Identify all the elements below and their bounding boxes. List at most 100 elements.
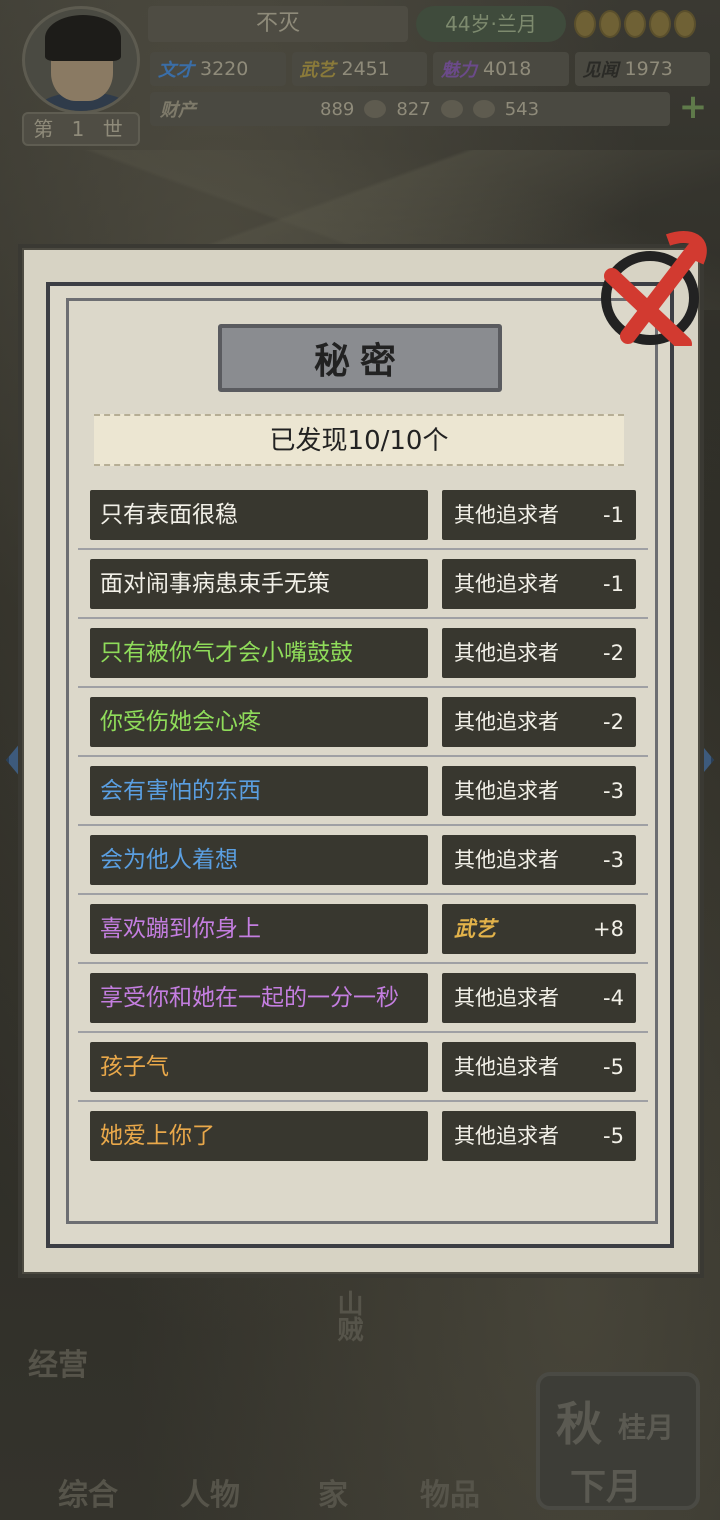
effect-target: 其他追求者 (454, 641, 559, 665)
top-hud: 第 1 世 不灭 44岁·兰月 文才 3220 武艺 2451 魅力 4018 … (0, 0, 720, 150)
avatar[interactable] (22, 6, 140, 114)
coin-icon (624, 10, 646, 38)
wealth-row: 财产 889 827 543 (150, 92, 670, 126)
silver-icon (364, 100, 387, 118)
secret-effect: 其他追求者 -5 (442, 1111, 636, 1161)
row-divider (78, 893, 648, 895)
secret-row: 孩子气 其他追求者 -5 (90, 1042, 636, 1092)
stat-meili: 魅力 4018 (433, 52, 569, 86)
effect-value: -1 (603, 503, 624, 527)
stats-row: 文才 3220 武艺 2451 魅力 4018 见闻 1973 (150, 52, 710, 86)
modal-title: 秘密 (313, 340, 406, 382)
row-divider (78, 1031, 648, 1033)
copper-icon (440, 100, 463, 118)
next-month-button[interactable]: 秋 桂月 下月 (536, 1372, 700, 1510)
effect-target: 武艺 (454, 916, 496, 941)
energy-coins (574, 8, 700, 40)
wealth-value: 889 (320, 98, 355, 120)
coin-icon (599, 10, 621, 38)
stat-jianwen: 见闻 1973 (574, 52, 710, 86)
secret-row: 只有被你气才会小嘴鼓鼓 其他追求者 -2 (90, 628, 636, 678)
stat-name: 文才 (158, 60, 194, 81)
generation-label: 第 1 世 (22, 112, 140, 146)
secret-effect: 其他追求者 -2 (442, 697, 636, 747)
row-divider (78, 824, 648, 826)
stat-name: 见闻 (582, 60, 619, 81)
secret-effect: 其他追求者 -3 (442, 766, 636, 816)
secret-description: 孩子气 (90, 1042, 428, 1092)
coin-icon (649, 10, 671, 38)
secret-row: 喜欢蹦到你身上 武艺 +8 (90, 904, 636, 954)
secret-description: 面对闹事病患束手无策 (90, 559, 428, 609)
effect-value: -3 (603, 848, 624, 872)
row-divider (78, 617, 648, 619)
stat-name: 魅力 (441, 60, 477, 81)
age-month: 44岁·兰月 (416, 6, 566, 42)
stat-name: 武艺 (299, 60, 336, 81)
secret-row: 只有表面很稳 其他追求者 -1 (90, 490, 636, 540)
season-label: 秋 (556, 1397, 602, 1451)
secret-effect: 其他追求者 -3 (442, 835, 636, 885)
secret-row: 会有害怕的东西 其他追求者 -3 (90, 766, 636, 816)
effect-value: -5 (603, 1055, 624, 1079)
stat-value: 4018 (483, 58, 532, 80)
secret-description: 你受伤她会心疼 (90, 697, 428, 747)
avatar-hair (45, 15, 121, 61)
secret-effect: 其他追求者 -5 (442, 1042, 636, 1092)
effect-target: 其他追求者 (454, 1124, 559, 1148)
effect-value: -2 (603, 710, 624, 734)
next-month-label: 下月 (570, 1466, 643, 1508)
menu-characters[interactable]: 人物 (180, 1470, 240, 1514)
secret-row: 面对闹事病患束手无策 其他追求者 -1 (90, 559, 636, 609)
secret-description: 喜欢蹦到你身上 (90, 904, 428, 954)
menu-items[interactable]: 物品 (420, 1470, 480, 1514)
secret-effect: 其他追求者 -1 (442, 559, 636, 609)
player-name: 不灭 (148, 6, 408, 42)
effect-target: 其他追求者 (454, 848, 559, 872)
secret-row: 会为他人着想 其他追求者 -3 (90, 835, 636, 885)
secret-description: 享受你和她在一起的一分一秒 (90, 973, 428, 1023)
effect-target: 其他追求者 (454, 572, 559, 596)
effect-value: -3 (603, 779, 624, 803)
secret-row: 她爱上你了 其他追求者 -5 (90, 1111, 636, 1161)
discovered-count: 已发现10/10个 (94, 414, 624, 466)
row-divider (78, 1100, 648, 1102)
modal-title-plaque: 秘密 (218, 324, 502, 392)
coin-icon (574, 10, 596, 38)
stat-wuyi: 武艺 2451 (291, 52, 427, 86)
secret-description: 只有表面很稳 (90, 490, 428, 540)
secret-effect: 其他追求者 -1 (442, 490, 636, 540)
coin-icon (674, 10, 696, 38)
secret-effect: 武艺 +8 (442, 904, 636, 954)
row-divider (78, 962, 648, 964)
stat-wencai: 文才 3220 (150, 52, 286, 86)
grain-icon (472, 100, 495, 118)
stat-value: 1973 (624, 58, 673, 80)
wealth-value: 543 (504, 98, 540, 120)
effect-target: 其他追求者 (454, 1055, 559, 1079)
secret-description: 她爱上你了 (90, 1111, 428, 1161)
effect-value: -2 (603, 641, 624, 665)
effect-target: 其他追求者 (454, 779, 559, 803)
effect-value: +8 (593, 917, 624, 941)
effect-value: -1 (603, 572, 624, 596)
stat-value: 3220 (200, 58, 249, 80)
month-label: 桂月 (618, 1411, 675, 1444)
close-button[interactable] (598, 228, 714, 352)
stat-value: 2451 (341, 58, 390, 80)
menu-overview[interactable]: 综合 (58, 1470, 118, 1514)
effect-value: -5 (603, 1124, 624, 1148)
secret-description: 会有害怕的东西 (90, 766, 428, 816)
row-divider (78, 755, 648, 757)
menu-mountain-bandits[interactable]: 山贼 (330, 1290, 367, 1342)
menu-business[interactable]: 经营 (28, 1340, 88, 1384)
menu-family[interactable]: 家 (318, 1470, 348, 1514)
add-resource-button[interactable]: + (676, 90, 710, 126)
wealth-label: 财产 (160, 100, 196, 121)
effect-value: -4 (603, 986, 624, 1010)
secret-row: 你受伤她会心疼 其他追求者 -2 (90, 697, 636, 747)
secret-row: 享受你和她在一起的一分一秒 其他追求者 -4 (90, 973, 636, 1023)
secret-effect: 其他追求者 -4 (442, 973, 636, 1023)
effect-target: 其他追求者 (454, 986, 559, 1010)
secret-description: 会为他人着想 (90, 835, 428, 885)
